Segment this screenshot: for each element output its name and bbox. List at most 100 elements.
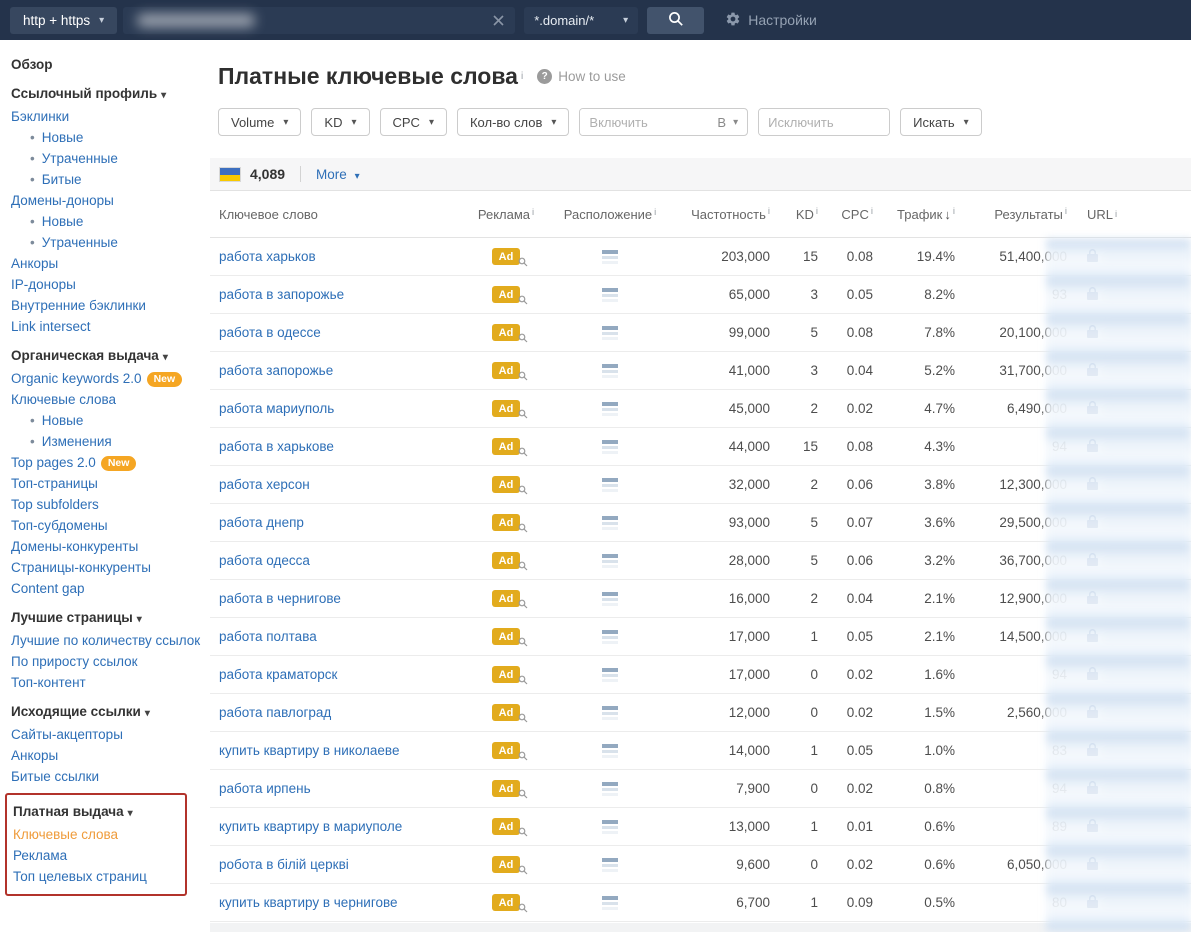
keyword-link[interactable]: работа запорожье [219, 363, 333, 378]
serp-position-icon[interactable] [602, 668, 618, 682]
serp-position-icon[interactable] [602, 402, 618, 416]
serp-position-icon[interactable] [602, 782, 618, 796]
clear-input-icon[interactable] [491, 13, 506, 28]
sidebar-item[interactable]: Внутренние бэклинки [11, 295, 202, 316]
blurred-url-text[interactable] [1103, 478, 1188, 491]
blurred-url-text[interactable] [1103, 858, 1188, 871]
serp-position-icon[interactable] [602, 592, 618, 606]
protocol-dropdown[interactable]: http + https ▾ [10, 7, 117, 34]
keyword-link[interactable]: работа в запорожье [219, 287, 344, 302]
column-header[interactable]: CPCi [818, 206, 873, 222]
keyword-link[interactable]: работа в чернигове [219, 591, 341, 606]
serp-position-icon[interactable] [602, 858, 618, 872]
target-mode-dropdown[interactable]: *.domain/* ▾ [524, 7, 638, 34]
sidebar-item[interactable]: Бэклинки [11, 106, 202, 127]
sidebar-item[interactable]: Organic keywords 2.0New [11, 368, 202, 389]
blurred-url-text[interactable] [1103, 516, 1188, 529]
serp-position-icon[interactable] [602, 250, 618, 264]
keyword-link[interactable]: работа ирпень [219, 781, 311, 796]
sidebar-item[interactable]: По приросту ссылок [11, 651, 202, 672]
blurred-url-text[interactable] [1103, 326, 1188, 339]
sidebar-subitem[interactable]: •Новые [11, 127, 202, 148]
sidebar-item[interactable]: Анкоры [11, 253, 202, 274]
sidebar-item[interactable]: Страницы-конкуренты [11, 557, 202, 578]
sidebar-item[interactable]: Топ-страницы [11, 473, 202, 494]
sidebar-item[interactable]: Домены-конкуренты [11, 536, 202, 557]
exclude-input[interactable] [759, 109, 889, 135]
serp-position-icon[interactable] [602, 288, 618, 302]
blurred-url-text[interactable] [1103, 744, 1188, 757]
blurred-url-text[interactable] [1103, 592, 1188, 605]
keyword-link[interactable]: купить квартиру в николаеве [219, 743, 399, 758]
ad-badge[interactable]: Ad [492, 400, 520, 417]
ad-badge[interactable]: Ad [492, 742, 520, 759]
ad-badge[interactable]: Ad [492, 552, 520, 569]
search-apply-dropdown[interactable]: Искать ▾ [900, 108, 982, 136]
ad-badge[interactable]: Ad [492, 590, 520, 607]
ad-badge[interactable]: Ad [492, 704, 520, 721]
blurred-url-text[interactable] [1103, 630, 1188, 643]
column-header[interactable]: Ключевое слово [210, 207, 462, 222]
sidebar-item[interactable]: Ключевые слова [11, 389, 202, 410]
sidebar-section-header[interactable]: Лучшие страницы▾ [11, 607, 202, 630]
sidebar-subitem[interactable]: •Битые [11, 169, 202, 190]
sidebar-item[interactable]: Реклама [13, 845, 179, 866]
column-header[interactable]: Трафик↓i [873, 206, 955, 222]
keyword-link[interactable]: работа полтава [219, 629, 317, 644]
ad-badge[interactable]: Ad [492, 476, 520, 493]
serp-position-icon[interactable] [602, 896, 618, 910]
column-header[interactable]: Рекламаi [462, 207, 550, 222]
blurred-url-text[interactable] [1103, 668, 1188, 681]
filter-dropdown-button[interactable]: Кол-во слов▾ [457, 108, 569, 136]
column-header[interactable]: URLi [1067, 207, 1191, 222]
keyword-link[interactable]: работа в харькове [219, 439, 334, 454]
column-header[interactable]: Расположениеi [550, 207, 670, 222]
sidebar-item[interactable]: Сайты-акцепторы [11, 724, 202, 745]
serp-position-icon[interactable] [602, 440, 618, 454]
keyword-link[interactable]: работа херсон [219, 477, 310, 492]
search-button[interactable] [647, 7, 704, 34]
sidebar-section-header[interactable]: Ссылочный профиль▾ [11, 83, 202, 106]
ad-badge[interactable]: Ad [492, 286, 520, 303]
ad-badge[interactable]: Ad [492, 438, 520, 455]
help-question-icon[interactable]: ? [537, 69, 552, 84]
keyword-link[interactable]: работа мариуполь [219, 401, 334, 416]
sidebar-item[interactable]: Битые ссылки [11, 766, 202, 787]
ad-badge[interactable]: Ad [492, 856, 520, 873]
blurred-url-text[interactable] [1103, 440, 1188, 453]
sidebar-item-active[interactable]: Ключевые слова [13, 824, 179, 845]
filter-dropdown-button[interactable]: CPC▾ [380, 108, 447, 136]
settings-button[interactable]: Настройки [725, 11, 817, 30]
blurred-url-text[interactable] [1103, 706, 1188, 719]
ad-badge[interactable]: Ad [492, 818, 520, 835]
blurred-url-text[interactable] [1103, 782, 1188, 795]
keyword-link[interactable]: робота в білій церкві [219, 857, 349, 872]
serp-position-icon[interactable] [602, 326, 618, 340]
include-mode-dropdown[interactable]: В ▾ [708, 109, 747, 135]
ad-badge[interactable]: Ad [492, 894, 520, 911]
keyword-link[interactable]: работа харьков [219, 249, 316, 264]
sidebar-item[interactable]: Анкоры [11, 745, 202, 766]
ad-badge[interactable]: Ad [492, 628, 520, 645]
keyword-link[interactable]: работа в одессе [219, 325, 321, 340]
ad-badge[interactable]: Ad [492, 324, 520, 341]
sidebar-item[interactable]: Top subfolders [11, 494, 202, 515]
serp-position-icon[interactable] [602, 554, 618, 568]
filter-dropdown-button[interactable]: Volume▾ [218, 108, 301, 136]
serp-position-icon[interactable] [602, 364, 618, 378]
keyword-link[interactable]: купить квартиру в чернигове [219, 895, 398, 910]
sidebar-section-header[interactable]: Платная выдача▾ [13, 801, 179, 824]
sidebar-subitem[interactable]: •Изменения [11, 431, 202, 452]
ad-badge[interactable]: Ad [492, 362, 520, 379]
column-header[interactable]: Результатыi [955, 206, 1067, 222]
sidebar-subitem[interactable]: •Утраченные [11, 148, 202, 169]
blurred-url-text[interactable] [1103, 896, 1188, 909]
serp-position-icon[interactable] [602, 478, 618, 492]
sidebar-subitem[interactable]: •Новые [11, 211, 202, 232]
sidebar-item[interactable]: Top pages 2.0New [11, 452, 202, 473]
ad-badge[interactable]: Ad [492, 666, 520, 683]
serp-position-icon[interactable] [602, 820, 618, 834]
sidebar-item[interactable]: Топ-субдомены [11, 515, 202, 536]
keyword-link[interactable]: купить квартиру в мариуполе [219, 819, 402, 834]
sidebar-section-header[interactable]: Исходящие ссылки▾ [11, 701, 202, 724]
